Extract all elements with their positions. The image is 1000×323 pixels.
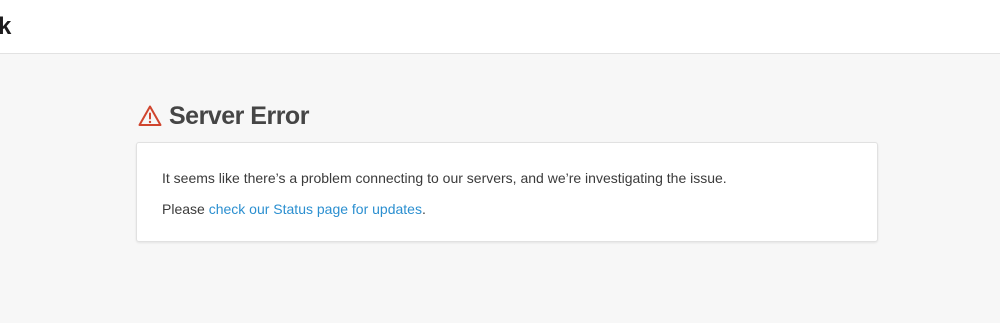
logo[interactable]: k xyxy=(0,13,11,41)
status-prefix: Please xyxy=(162,201,209,217)
status-suffix: . xyxy=(421,201,426,217)
error-heading: Server Error xyxy=(138,100,309,132)
page-title: Server Error xyxy=(169,101,309,130)
warning-triangle-icon xyxy=(138,104,162,128)
status-message: Please check our Status page for updates… xyxy=(162,200,426,218)
error-card: It seems like there’s a problem connecti… xyxy=(136,142,878,242)
error-message: It seems like there’s a problem connecti… xyxy=(162,170,727,186)
top-bar: k xyxy=(0,0,1000,54)
status-page-link[interactable]: check our Status page for updates xyxy=(209,201,422,217)
